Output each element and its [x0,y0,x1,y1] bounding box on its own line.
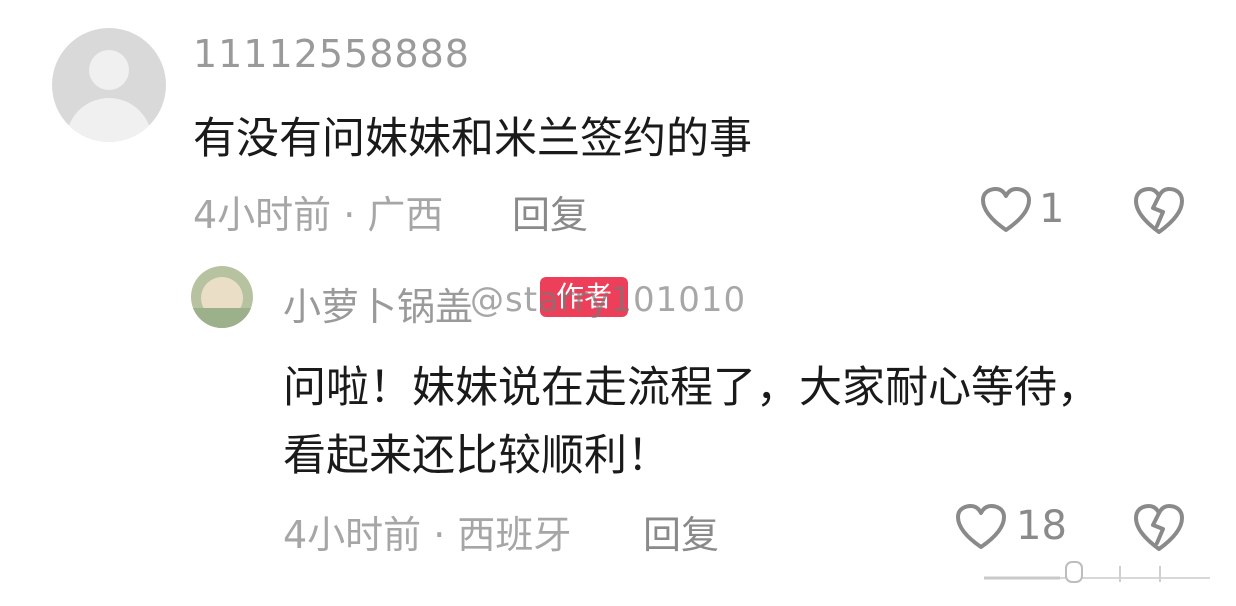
broken-heart-icon[interactable] [1133,186,1185,236]
comment-meta: 4小时前 · 广西 [193,193,444,237]
reply-text-line-1: 问啦！妹妹说在走流程了，大家耐心等待， [283,363,1100,413]
reply-username[interactable]: 小萝卜锅盖 [283,276,473,331]
reply-text: 问啦！妹妹说在走流程了，大家耐心等待， 看起来还比较顺利！ [283,354,1183,490]
reply-meta: 4小时前 · 西班牙 [283,513,572,557]
scroll-indicator [984,561,1210,583]
user-avatar[interactable] [52,28,166,142]
comment-text: 有没有问妹妹和米兰签约的事 [193,114,752,164]
reply-text-line-2: 看起来还比较顺利！ [283,431,670,481]
heart-icon[interactable] [980,186,1032,234]
comment-username[interactable]: 11112558888 [193,32,470,76]
like-count: 1 [1039,186,1065,232]
avatar-body [66,98,152,142]
avatar-ground [191,308,253,328]
reply-button[interactable]: 回复 [512,184,588,239]
broken-heart-icon[interactable] [1133,503,1185,553]
avatar-head [89,50,129,90]
watermark-text: @starry101010 [470,280,747,320]
reply-avatar[interactable] [191,266,253,328]
heart-icon[interactable] [955,503,1007,551]
like-count: 18 [1016,503,1067,549]
reply-button[interactable]: 回复 [643,504,719,559]
